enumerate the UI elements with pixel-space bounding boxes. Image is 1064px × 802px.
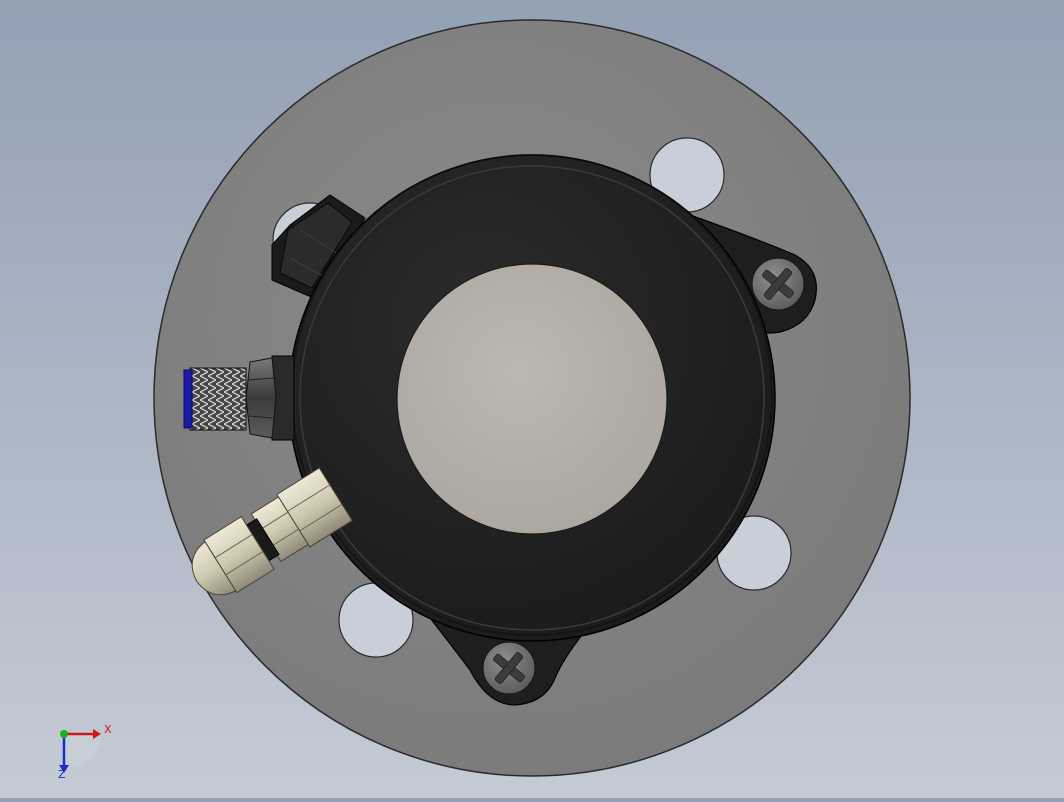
- coordinate-triad: X Z: [58, 723, 112, 781]
- center-disc[interactable]: [396, 263, 668, 535]
- model-canvas[interactable]: X Z: [0, 0, 1064, 798]
- connector-seal-ring: [183, 369, 193, 429]
- screw-bottom[interactable]: [482, 641, 536, 695]
- 3d-viewport[interactable]: X Z: [0, 0, 1064, 798]
- screw-top-right[interactable]: [751, 257, 805, 311]
- knurled-nut: [189, 367, 247, 431]
- x-axis-label: X: [104, 723, 112, 736]
- y-axis-dot: [60, 730, 68, 738]
- m12-connector[interactable]: [183, 355, 295, 441]
- z-axis-label: Z: [58, 768, 66, 781]
